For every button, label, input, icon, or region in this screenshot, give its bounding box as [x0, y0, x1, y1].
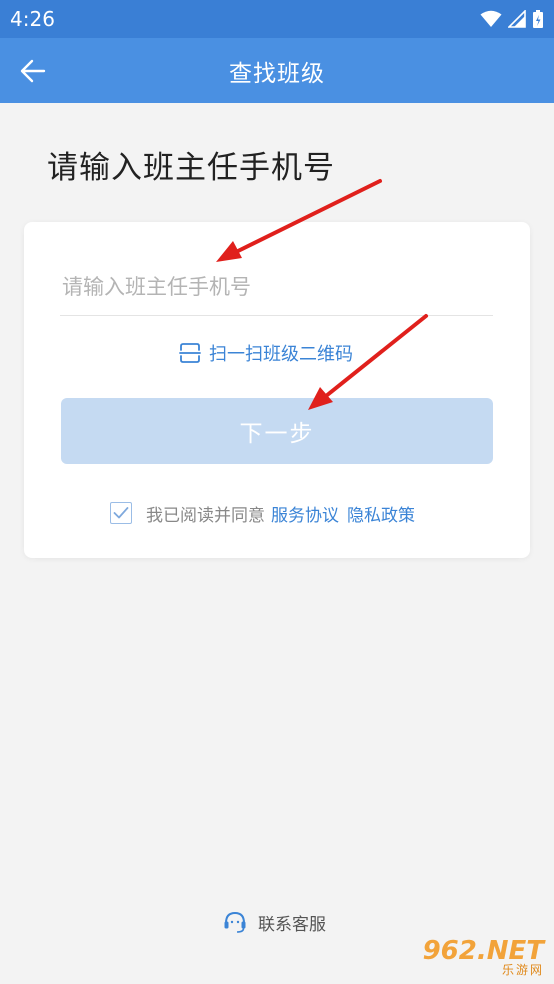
contact-support-label: 联系客服	[258, 914, 326, 935]
app-bar: 查找班级	[0, 38, 554, 103]
watermark-site-name: 乐游网	[501, 963, 544, 977]
battery-icon	[533, 10, 543, 28]
form-heading: 请输入班主任手机号	[47, 150, 335, 186]
cell-signal-icon	[508, 10, 526, 28]
find-class-card: 扫一扫班级二维码 下一步 我已阅读并同意 服务协议 隐私政策	[24, 222, 530, 558]
service-agreement-link[interactable]: 服务协议	[271, 501, 339, 526]
teacher-phone-input[interactable]	[60, 258, 493, 316]
arrow-left-icon	[20, 59, 46, 83]
status-icons	[480, 9, 544, 29]
status-bar: 4:26	[0, 0, 554, 38]
scan-qr-label: 扫一扫班级二维码	[209, 344, 353, 365]
next-step-button[interactable]: 下一步	[61, 398, 493, 464]
checkmark-icon	[113, 507, 129, 519]
scan-qr-link[interactable]: 扫一扫班级二维码	[179, 340, 353, 366]
agreement-row: 我已阅读并同意 服务协议 隐私政策	[110, 500, 415, 526]
back-button[interactable]	[14, 52, 52, 90]
contact-support-link[interactable]: 联系客服	[222, 908, 326, 936]
site-watermark: 962.NET 乐游网	[414, 938, 544, 978]
status-time: 4:26	[10, 7, 55, 31]
scan-icon	[179, 343, 201, 363]
wifi-icon	[480, 10, 502, 27]
agreement-checkbox[interactable]	[110, 502, 132, 524]
headset-icon	[224, 911, 246, 933]
agreement-prefix: 我已阅读并同意	[146, 505, 265, 526]
page-title: 查找班级	[229, 60, 325, 87]
privacy-policy-link[interactable]: 隐私政策	[347, 501, 415, 526]
watermark-logo: 962.NET	[422, 936, 544, 966]
